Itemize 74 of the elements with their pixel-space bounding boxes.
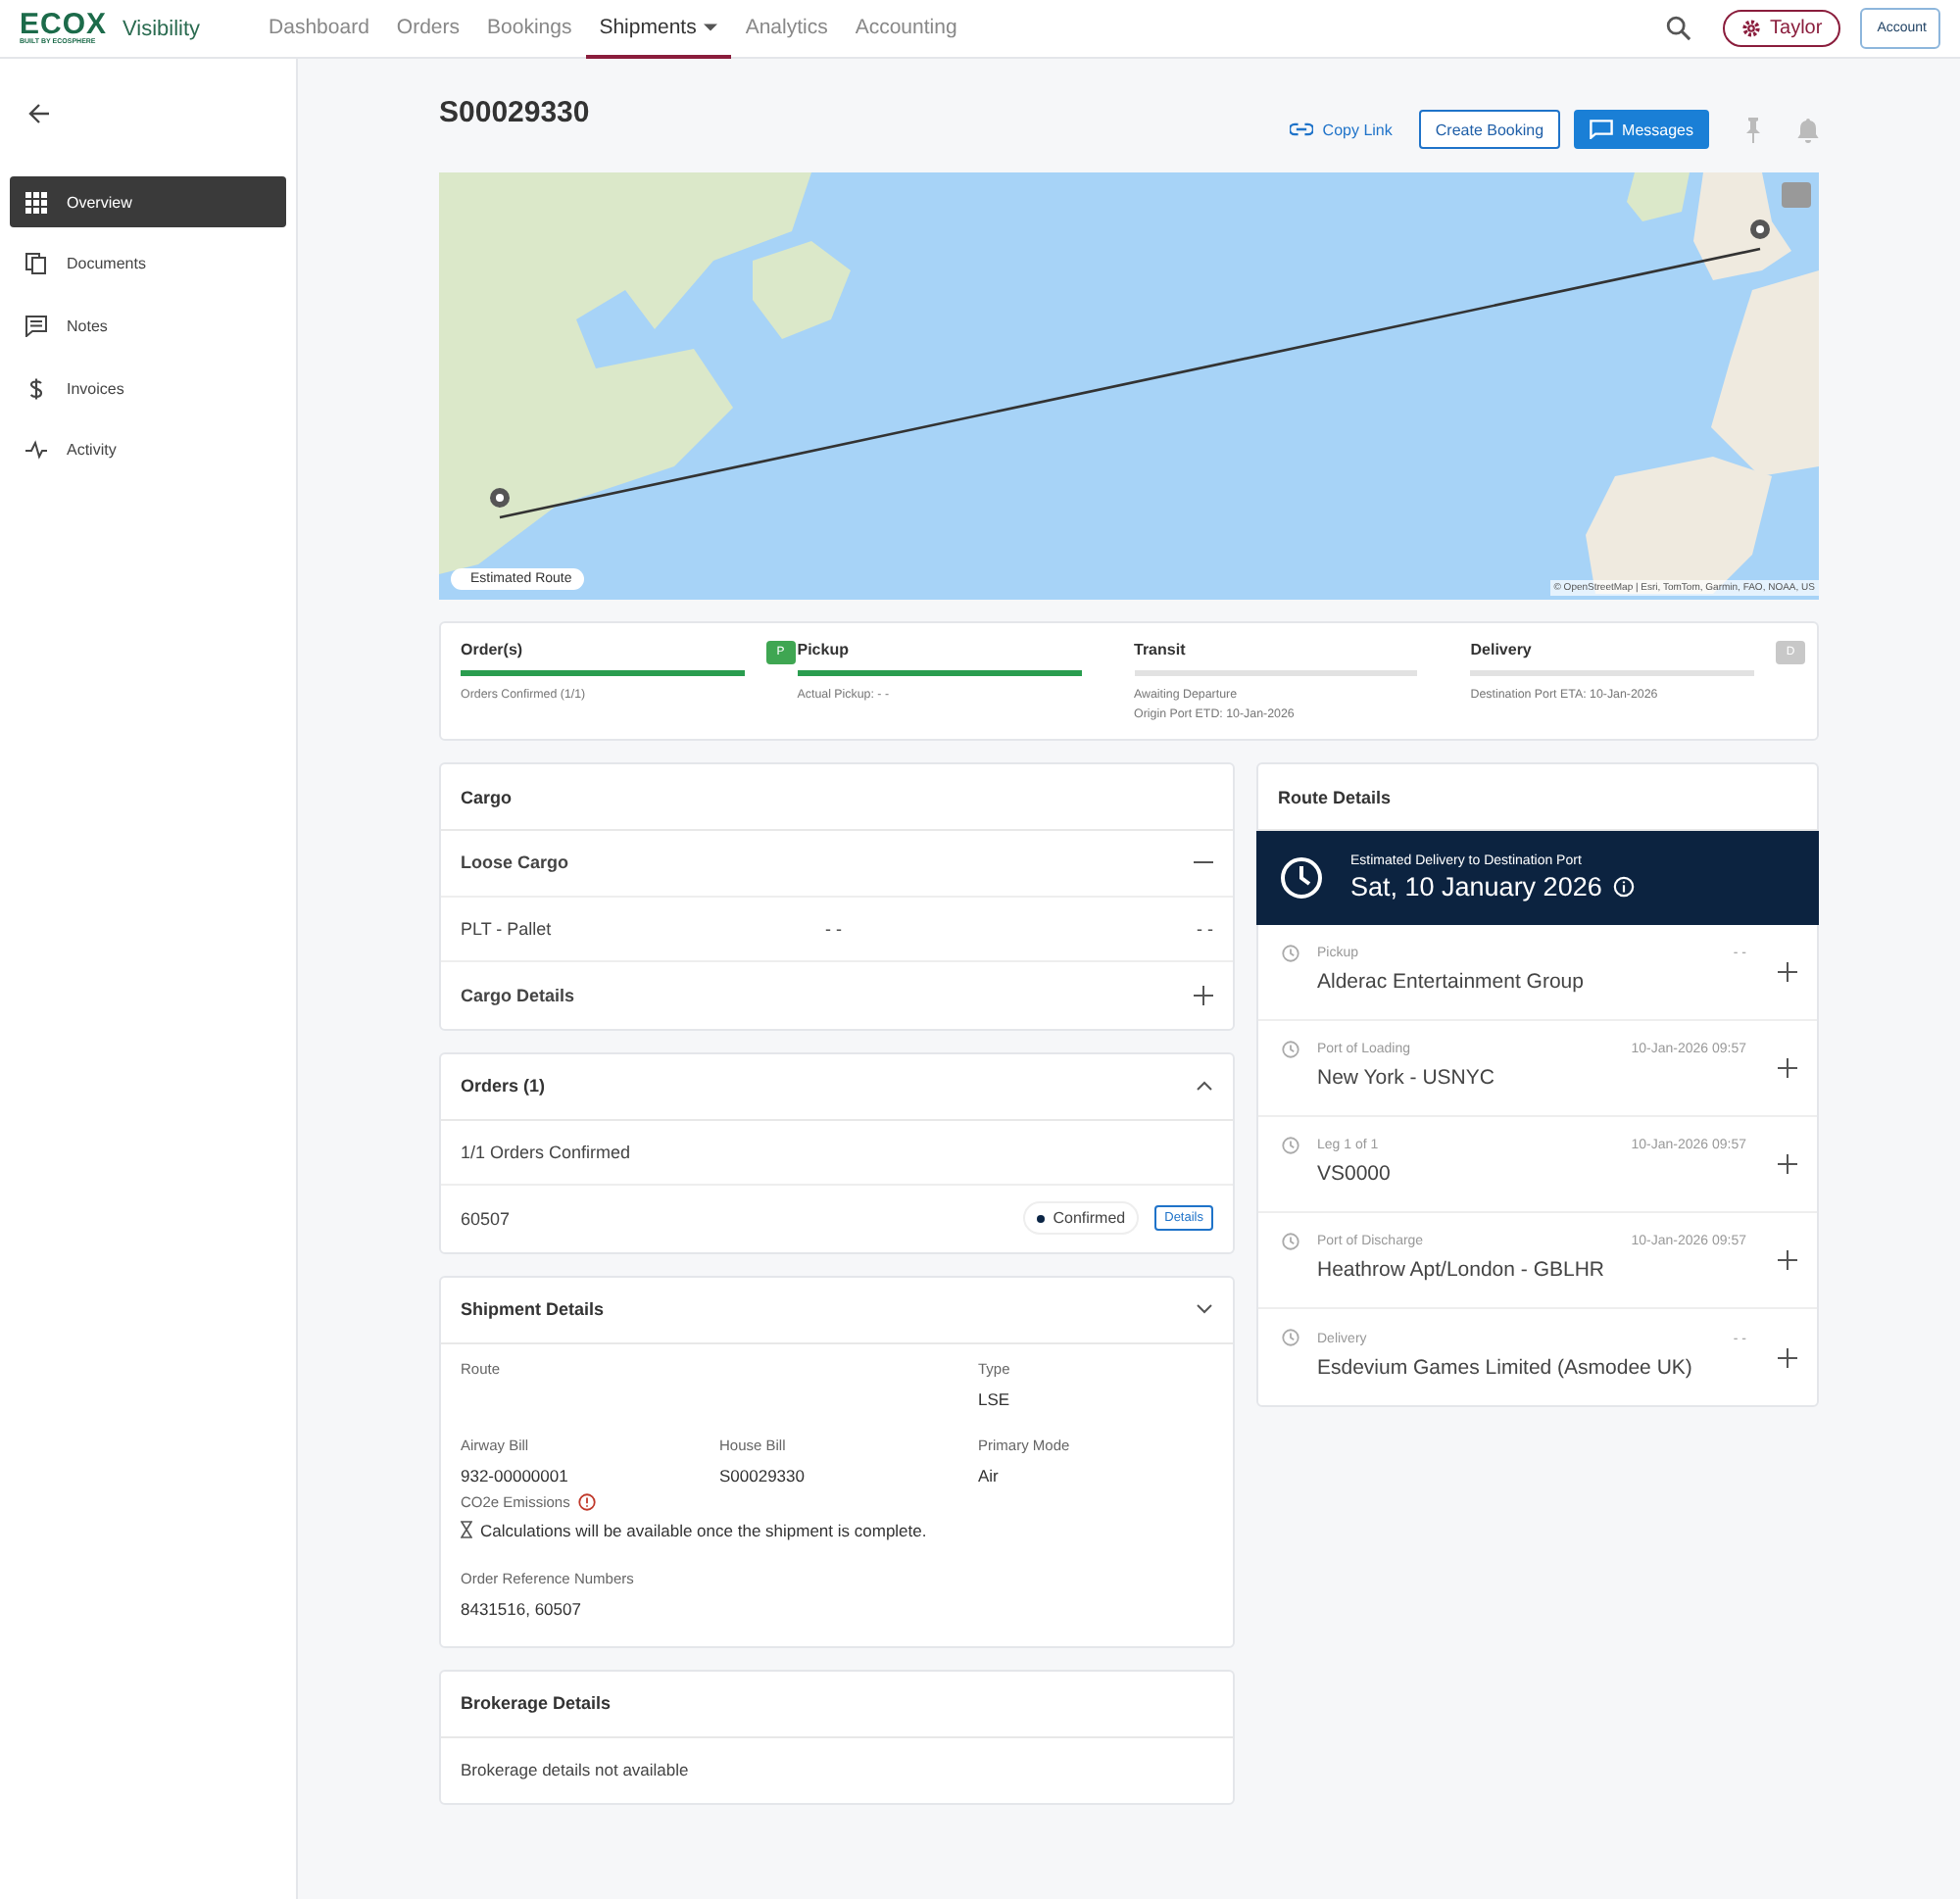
eta-date: Sat, 10 January 2026 — [1350, 872, 1602, 901]
documents-icon — [25, 253, 47, 275]
gear-icon — [1740, 18, 1763, 39]
stage-title: Order(s) — [461, 641, 523, 662]
sidebar-item[interactable]: Invoices — [10, 363, 286, 414]
chat-bubble-icon — [1589, 120, 1613, 139]
back-arrow-icon[interactable] — [27, 102, 51, 125]
card-title: Brokerage Details — [441, 1671, 1233, 1737]
note-icon — [25, 315, 47, 337]
clock-icon — [1280, 856, 1323, 900]
clock-icon — [1282, 1041, 1299, 1058]
product-name: Visibility — [122, 17, 201, 40]
sidebar-item[interactable]: Activity — [10, 424, 286, 476]
sidebar-item[interactable]: Notes — [10, 300, 286, 352]
link-icon — [1289, 120, 1313, 139]
stop-name: New York - USNYC — [1317, 1064, 1496, 1094]
shipment-details-header[interactable]: Shipment Details — [441, 1277, 1233, 1343]
create-booking-button[interactable]: Create Booking — [1419, 110, 1560, 149]
section-label: Loose Cargo — [461, 852, 569, 873]
copy-link-button[interactable]: Copy Link — [1275, 110, 1406, 149]
plus-icon[interactable] — [1778, 1058, 1797, 1078]
field-value: Air — [978, 1465, 1001, 1485]
grid-icon — [25, 191, 47, 213]
stage-title: Delivery — [1470, 641, 1532, 662]
nav-tab[interactable]: Shipments — [585, 0, 732, 58]
field-value: 932-00000001 — [461, 1465, 570, 1485]
user-menu-button[interactable]: Taylor — [1723, 10, 1840, 47]
card-title: Shipment Details — [461, 1299, 605, 1319]
stage-title: Pickup — [797, 641, 849, 662]
pulse-icon — [25, 439, 47, 462]
orders-summary: 1/1 Orders Confirmed — [441, 1120, 1233, 1186]
chevron-icon[interactable] — [1196, 1080, 1213, 1092]
hourglass-icon — [461, 1521, 472, 1538]
nav-tab[interactable]: Accounting — [841, 0, 971, 58]
stop-name: Heathrow Apt/London - GBLHR — [1317, 1256, 1606, 1286]
clock-icon — [1282, 1329, 1299, 1346]
dollar-icon — [25, 377, 47, 400]
nav-tab[interactable]: Bookings — [473, 0, 586, 58]
card-title: Cargo — [441, 764, 1233, 831]
stop-name: Alderac Entertainment Group — [1317, 968, 1586, 998]
plus-icon[interactable] — [1778, 1154, 1797, 1174]
table-cell-text: PLT - Pallet — [461, 918, 554, 939]
expand-icon[interactable] — [1194, 985, 1213, 1005]
stop-name: Esdevium Games Limited (Asmodee UK) — [1317, 1353, 1694, 1383]
status-pill: Confirmed — [1023, 1201, 1140, 1236]
clock-icon — [1282, 945, 1299, 962]
stop-name: VS0000 — [1317, 1160, 1393, 1190]
messages-button[interactable]: Messages — [1573, 110, 1709, 149]
sidebar-item[interactable]: Overview — [10, 176, 286, 227]
plus-icon[interactable] — [1778, 1250, 1797, 1270]
clock-icon — [1282, 1137, 1299, 1154]
chevron-icon[interactable] — [1196, 1303, 1213, 1315]
section-label: Cargo Details — [461, 985, 575, 1005]
table-cell-text: - - — [825, 918, 844, 939]
brokerage-message: Brokerage details not available — [459, 1758, 691, 1783]
field-value: LSE — [978, 1388, 1012, 1408]
emissions-note: Calculations will be available once the shipment is complete. — [480, 1520, 927, 1539]
nav-tab[interactable]: Analytics — [731, 0, 842, 58]
sidebar-item[interactable]: Documents — [10, 238, 286, 290]
nav-tab[interactable]: Dashboard — [255, 0, 383, 58]
table-cell: - - — [1197, 918, 1213, 939]
field-value: 8431516, 60507 — [461, 1598, 583, 1618]
order-number: 60507 — [461, 1208, 511, 1229]
stage-title: Transit — [1134, 641, 1186, 662]
plus-icon[interactable] — [1778, 1347, 1797, 1367]
plus-icon[interactable] — [1778, 962, 1797, 982]
shipment-title: S00029330 — [439, 95, 590, 128]
card-title: Orders (1) — [461, 1076, 546, 1096]
search-icon[interactable] — [1666, 16, 1692, 41]
clock-icon — [1282, 1233, 1299, 1250]
orders-header[interactable]: Orders (1) — [441, 1053, 1233, 1120]
field-value: S00029330 — [719, 1465, 807, 1485]
nav-tab[interactable]: Orders — [382, 0, 474, 58]
logo-text: ECOX — [20, 10, 108, 40]
